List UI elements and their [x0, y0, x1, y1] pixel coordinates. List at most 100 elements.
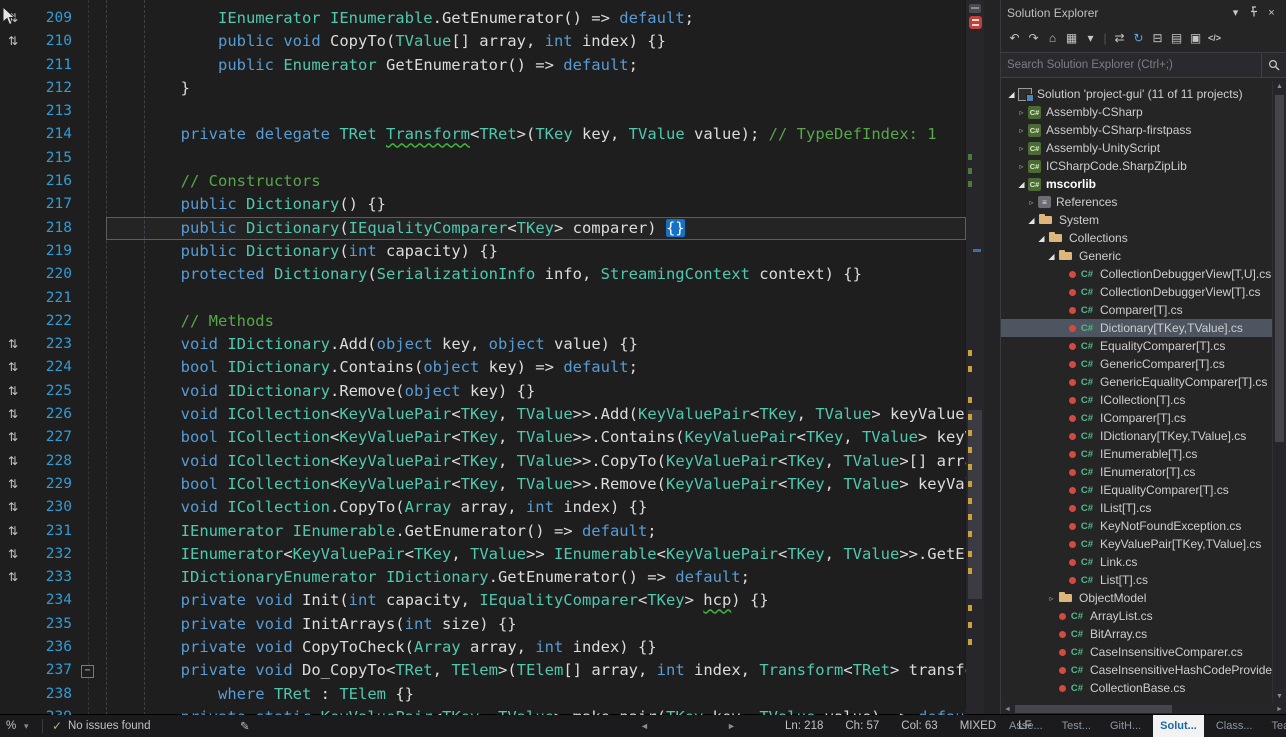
tree-item[interactable]: C#List[T].cs [1001, 571, 1273, 589]
code-area[interactable]: ⇅209 IEnumerator IEnumerable.GetEnumerat… [0, 0, 966, 715]
code-line[interactable]: ⇅232 IEnumerator<KeyValuePair<TKey, TVal… [0, 543, 966, 566]
collapsed-arrow-icon[interactable]: ▹ [1015, 126, 1028, 135]
code-line[interactable]: 211 public Enumerator GetEnumerator() =>… [0, 54, 966, 77]
code-text[interactable]: private void Do_CopyTo<TRet, TElem>(TEle… [106, 659, 966, 682]
updown-reference-icon[interactable]: ⇅ [8, 473, 18, 496]
collapsed-arrow-icon[interactable]: ▹ [1025, 198, 1038, 207]
switch-views-icon[interactable]: ▦ [1063, 31, 1080, 45]
code-line[interactable]: ⇅209 IEnumerator IEnumerable.GetEnumerat… [0, 7, 966, 30]
code-line[interactable]: 222 // Methods [0, 310, 966, 333]
tree-item[interactable]: C#CollectionBase.cs [1001, 679, 1273, 697]
show-all-files-icon[interactable]: ▤ [1168, 31, 1185, 45]
nav-forward-icon[interactable]: ↷ [1025, 31, 1042, 45]
code-line[interactable]: 212 } [0, 77, 966, 100]
tree-item[interactable]: ▹≡References [1001, 193, 1273, 211]
view-code-icon[interactable]: </> [1206, 33, 1223, 43]
tree-item[interactable]: ▹C#Assembly-CSharp [1001, 103, 1273, 121]
tree-item[interactable]: C#IComparer[T].cs [1001, 409, 1273, 427]
updown-reference-icon[interactable]: ⇅ [8, 380, 18, 403]
tree-item[interactable]: C#CaseInsensitiveComparer.cs [1001, 643, 1273, 661]
current-line-code[interactable]: public Dictionary(IEqualityComparer<TKey… [106, 217, 966, 240]
se-vscroll-track[interactable] [1273, 93, 1286, 691]
expanded-arrow-icon[interactable]: ◢ [1025, 216, 1038, 225]
scroll-right-icon[interactable]: ► [1273, 706, 1286, 713]
tree-item[interactable]: ◢Collections [1001, 229, 1273, 247]
code-text[interactable]: bool ICollection<KeyValuePair<TKey, TVal… [106, 473, 966, 496]
tree-item[interactable]: C#Link.cs [1001, 553, 1273, 571]
properties-icon[interactable]: ▣ [1187, 31, 1204, 45]
tree-item[interactable]: ▹C#ICSharpCode.SharpZipLib [1001, 157, 1273, 175]
collapsed-arrow-icon[interactable]: ▹ [1015, 162, 1028, 171]
window-position-icon[interactable]: ▾ [1227, 6, 1244, 19]
code-text[interactable]: // Methods [106, 310, 966, 333]
file-health-indicator-icon[interactable] [969, 16, 982, 29]
code-text[interactable]: public Dictionary() {} [106, 193, 966, 216]
tree-item[interactable]: C#CaseInsensitiveHashCodeProvider.cs [1001, 661, 1273, 679]
column-indicator[interactable]: Col: 63 [901, 720, 937, 732]
tree-item[interactable]: ◢Generic [1001, 247, 1273, 265]
code-line[interactable]: 214 private delegate TRet Transform<TRet… [0, 123, 966, 146]
code-text[interactable]: IEnumerator IEnumerable.GetEnumerator() … [106, 7, 966, 30]
expanded-arrow-icon[interactable]: ◢ [1035, 234, 1048, 243]
panel-tab[interactable]: Class... [1209, 715, 1260, 737]
tree-item[interactable]: C#GenericComparer[T].cs [1001, 355, 1273, 373]
code-line[interactable]: ⇅226 void ICollection<KeyValuePair<TKey,… [0, 403, 966, 426]
updown-reference-icon[interactable]: ⇅ [8, 426, 18, 449]
tree-item[interactable]: C#IDictionary[TKey,TValue].cs [1001, 427, 1273, 445]
expanded-arrow-icon[interactable]: ◢ [1045, 252, 1058, 261]
code-line[interactable]: ⇅227 bool ICollection<KeyValuePair<TKey,… [0, 426, 966, 449]
tree-item[interactable]: ◢C#mscorlib [1001, 175, 1273, 193]
code-text[interactable]: void ICollection<KeyValuePair<TKey, TVal… [106, 403, 966, 426]
code-line[interactable]: 238 where TRet : TElem {} [0, 683, 966, 706]
code-line[interactable]: 237− private void Do_CopyTo<TRet, TElem>… [0, 659, 966, 682]
split-editor-handle[interactable] [969, 4, 981, 13]
scroll-left-icon[interactable]: ◄ [1001, 706, 1014, 713]
code-line[interactable]: 216 // Constructors [0, 170, 966, 193]
issues-message[interactable]: No issues found [68, 715, 150, 737]
tree-item[interactable]: C#KeyValuePair[TKey,TValue].cs [1001, 535, 1273, 553]
tree-item[interactable]: C#ICollection[T].cs [1001, 391, 1273, 409]
code-text[interactable]: void IDictionary.Add(object key, object … [106, 333, 966, 356]
hscroll-right-icon[interactable]: ► [727, 715, 736, 737]
tree-item[interactable]: C#CollectionDebuggerView[T,U].cs [1001, 265, 1273, 283]
tree-item[interactable]: C#Comparer[T].cs [1001, 301, 1273, 319]
tree-item[interactable]: ◢System [1001, 211, 1273, 229]
updown-reference-icon[interactable]: ⇅ [8, 403, 18, 426]
refresh-icon[interactable]: ↻ [1130, 31, 1147, 45]
code-text[interactable]: IDictionaryEnumerator IDictionary.GetEnu… [106, 566, 966, 589]
tree-item[interactable]: C#ArrayList.cs [1001, 607, 1273, 625]
panel-splitter[interactable] [984, 0, 1000, 715]
expanded-arrow-icon[interactable]: ◢ [1015, 180, 1028, 189]
code-line[interactable]: ⇅225 void IDictionary.Remove(object key)… [0, 380, 966, 403]
expanded-arrow-icon[interactable]: ◢ [1005, 90, 1018, 99]
tree-item[interactable]: C#IEnumerator[T].cs [1001, 463, 1273, 481]
code-text[interactable]: private void CopyToCheck(Array array, in… [106, 636, 966, 659]
pen-icon[interactable]: ✎ [240, 715, 250, 737]
code-text[interactable]: private void Init(int capacity, IEqualit… [106, 589, 966, 612]
code-text[interactable] [106, 287, 966, 310]
code-text[interactable]: bool IDictionary.Contains(object key) =>… [106, 356, 966, 379]
search-input[interactable] [1001, 59, 1261, 71]
code-text[interactable]: void ICollection.CopyTo(Array array, int… [106, 496, 966, 519]
updown-reference-icon[interactable]: ⇅ [8, 520, 18, 543]
code-text[interactable]: public void CopyTo(TValue[] array, int i… [106, 30, 966, 53]
tree-item[interactable]: C#Dictionary[TKey,TValue].cs [1001, 319, 1273, 337]
code-text[interactable]: } [106, 77, 966, 100]
code-line[interactable]: 219 public Dictionary(int capacity) {} [0, 240, 966, 263]
code-editor[interactable]: ⇅209 IEnumerator IEnumerable.GetEnumerat… [0, 0, 984, 715]
code-text[interactable]: private void InitArrays(int size) {} [106, 613, 966, 636]
panel-tab[interactable]: Test... [1055, 715, 1098, 737]
encoding-indicator[interactable]: MIXED [960, 720, 996, 732]
se-hscroll-thumb[interactable] [1015, 705, 1172, 713]
code-text[interactable]: protected Dictionary(SerializationInfo i… [106, 263, 966, 286]
updown-reference-icon[interactable]: ⇅ [8, 566, 18, 589]
tree-item[interactable]: C#IEqualityComparer[T].cs [1001, 481, 1273, 499]
tree-item[interactable]: ▹C#Assembly-CSharp-firstpass [1001, 121, 1273, 139]
code-text[interactable]: void IDictionary.Remove(object key) {} [106, 380, 966, 403]
zoom-level[interactable]: % [6, 715, 16, 737]
tree-item[interactable]: C#EqualityComparer[T].cs [1001, 337, 1273, 355]
code-line[interactable]: ⇅228 void ICollection<KeyValuePair<TKey,… [0, 450, 966, 473]
code-text[interactable]: IEnumerator IEnumerable.GetEnumerator() … [106, 520, 966, 543]
scroll-down-icon[interactable]: ▼ [1276, 691, 1283, 703]
code-text[interactable]: // Constructors [106, 170, 966, 193]
